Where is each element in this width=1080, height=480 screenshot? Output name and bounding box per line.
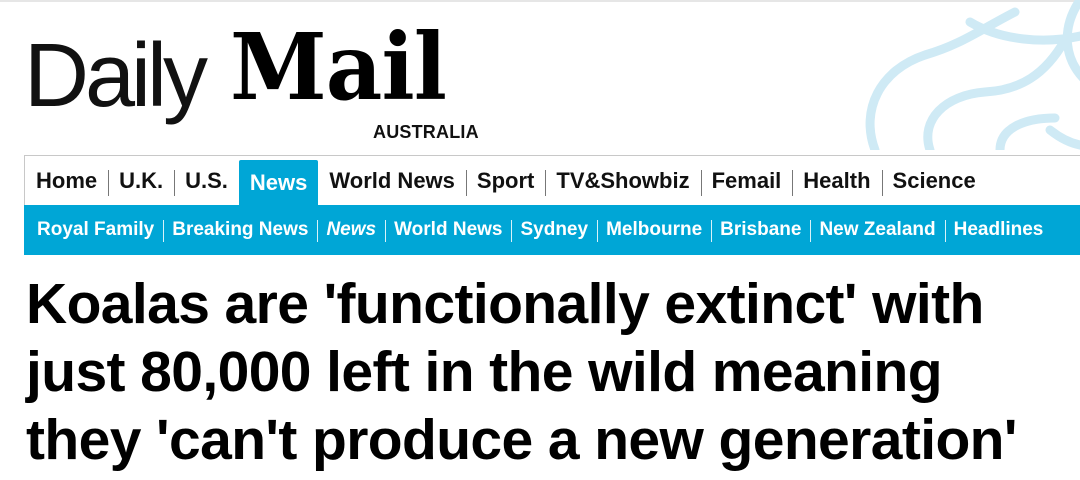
logo-mail-text: Mail (230, 13, 447, 121)
masthead: Daily Mail AUSTRALIA (0, 0, 1080, 150)
subnav-item-new-zealand[interactable]: New Zealand (810, 205, 944, 255)
nav-item-health[interactable]: Health (792, 156, 881, 205)
primary-nav: Home U.K. U.S. News World News Sport TV&Showbi… (24, 155, 1080, 206)
subnav-item-headlines[interactable]: Headlines (944, 205, 1053, 255)
nav-item-femail[interactable]: Femail (700, 156, 793, 205)
nav-item-u-k[interactable]: U.K. (108, 156, 174, 205)
nav-item-world-news[interactable]: World News (318, 156, 466, 205)
subnav-item-royal-family[interactable]: Royal Family (28, 205, 163, 255)
nav-item-home[interactable]: Home (25, 156, 108, 205)
nav-item-u-s[interactable]: U.S. (174, 156, 239, 205)
subnav-item-world-news[interactable]: World News (385, 205, 511, 255)
nav-item-news[interactable]: News (238, 160, 319, 206)
subnav-item-breaking-news[interactable]: Breaking News (163, 205, 317, 255)
site-logo[interactable]: Daily Mail AUSTRALIA (24, 8, 524, 150)
primary-nav-list: Home U.K. U.S. News World News Sport TV&Showbi… (25, 156, 1080, 206)
subnav-item-sydney[interactable]: Sydney (511, 205, 597, 255)
koala-outline-decoration-icon (865, 0, 1080, 150)
subnav-item-brisbane[interactable]: Brisbane (711, 205, 810, 255)
nav-item-tv-showbiz[interactable]: TV&Showbiz (545, 156, 700, 205)
secondary-nav-list: Royal Family Breaking News News World News S… (24, 205, 1080, 255)
secondary-nav: Royal Family Breaking News News World News S… (24, 205, 1080, 255)
article-headline[interactable]: Koalas are 'functionally extinct' with j… (26, 270, 1066, 474)
subnav-item-melbourne[interactable]: Melbourne (597, 205, 711, 255)
subnav-item-news[interactable]: News (317, 205, 385, 255)
edition-label: AUSTRALIA (373, 122, 479, 142)
nav-item-sport[interactable]: Sport (465, 156, 545, 205)
nav-item-science[interactable]: Science (881, 156, 987, 205)
logo-daily-text: Daily (24, 26, 208, 126)
